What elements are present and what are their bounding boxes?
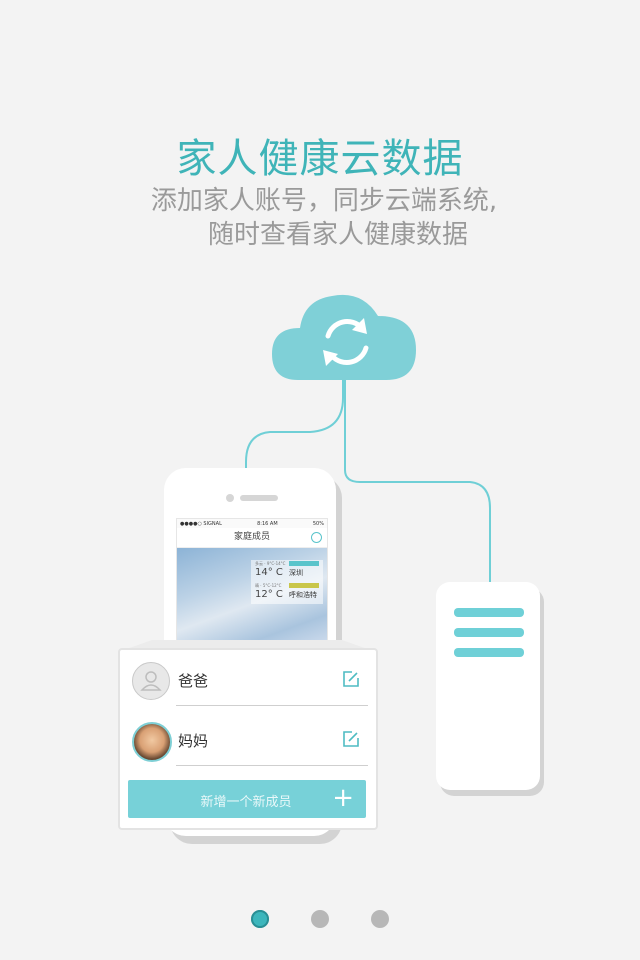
member-list-panel: 爸爸 妈妈 新增一个新成员 + (118, 648, 378, 830)
weather-row: 晴 · 5°C-12°C 12° C 呼和浩特 (251, 582, 323, 602)
weather-row: 多云 · 9°C-14°C 14° C 深圳 (251, 560, 323, 580)
row-divider (176, 765, 368, 766)
settings-icon[interactable] (311, 532, 322, 543)
list-item[interactable]: 爸爸 (128, 656, 368, 706)
status-battery: 50% (312, 520, 324, 527)
page-dot-2[interactable] (311, 910, 329, 928)
edit-icon[interactable] (342, 670, 360, 688)
phone-speaker (240, 495, 278, 501)
weather-tag (289, 583, 319, 588)
member-name: 妈妈 (178, 732, 209, 750)
weather-tag (289, 561, 319, 566)
add-member-button[interactable]: 新增一个新成员 + (128, 780, 366, 818)
server-bar (454, 648, 524, 657)
weather-city: 深圳 (289, 569, 303, 577)
default-avatar-icon (132, 662, 170, 700)
weather-temp: 14° C (255, 567, 283, 578)
phone-nav-bar: 家庭成员 (177, 528, 327, 548)
cloud-sync-icon (270, 288, 420, 382)
list-item[interactable]: 妈妈 (128, 716, 368, 766)
status-time: 8:16 AM (257, 520, 278, 527)
weather-temp: 12° C (255, 589, 283, 600)
phone-camera (226, 494, 234, 502)
row-divider (176, 705, 368, 706)
server-icon (436, 582, 540, 790)
weather-card: 多云 · 9°C-14°C 14° C 深圳 晴 · 5°C-12°C 12° … (251, 560, 323, 604)
weather-background: 多云 · 9°C-14°C 14° C 深圳 晴 · 5°C-12°C 12° … (177, 548, 327, 645)
plus-icon: + (332, 783, 354, 813)
weather-city: 呼和浩特 (289, 591, 317, 599)
member-name: 爸爸 (178, 672, 209, 690)
server-bar (454, 628, 524, 637)
edit-icon[interactable] (342, 730, 360, 748)
status-bar: ●●●●○ SIGNAL 8:16 AM 50% (177, 519, 327, 528)
photo-avatar (132, 722, 172, 762)
phone-nav-title: 家庭成员 (233, 532, 270, 542)
page-indicator (0, 910, 640, 930)
phone-screen: ●●●●○ SIGNAL 8:16 AM 50% 家庭成员 多云 · 9°C-1… (176, 518, 328, 646)
status-carrier: ●●●●○ SIGNAL (180, 520, 222, 527)
page-dot-3[interactable] (371, 910, 389, 928)
server-bar (454, 608, 524, 617)
page-dot-1[interactable] (251, 910, 269, 928)
